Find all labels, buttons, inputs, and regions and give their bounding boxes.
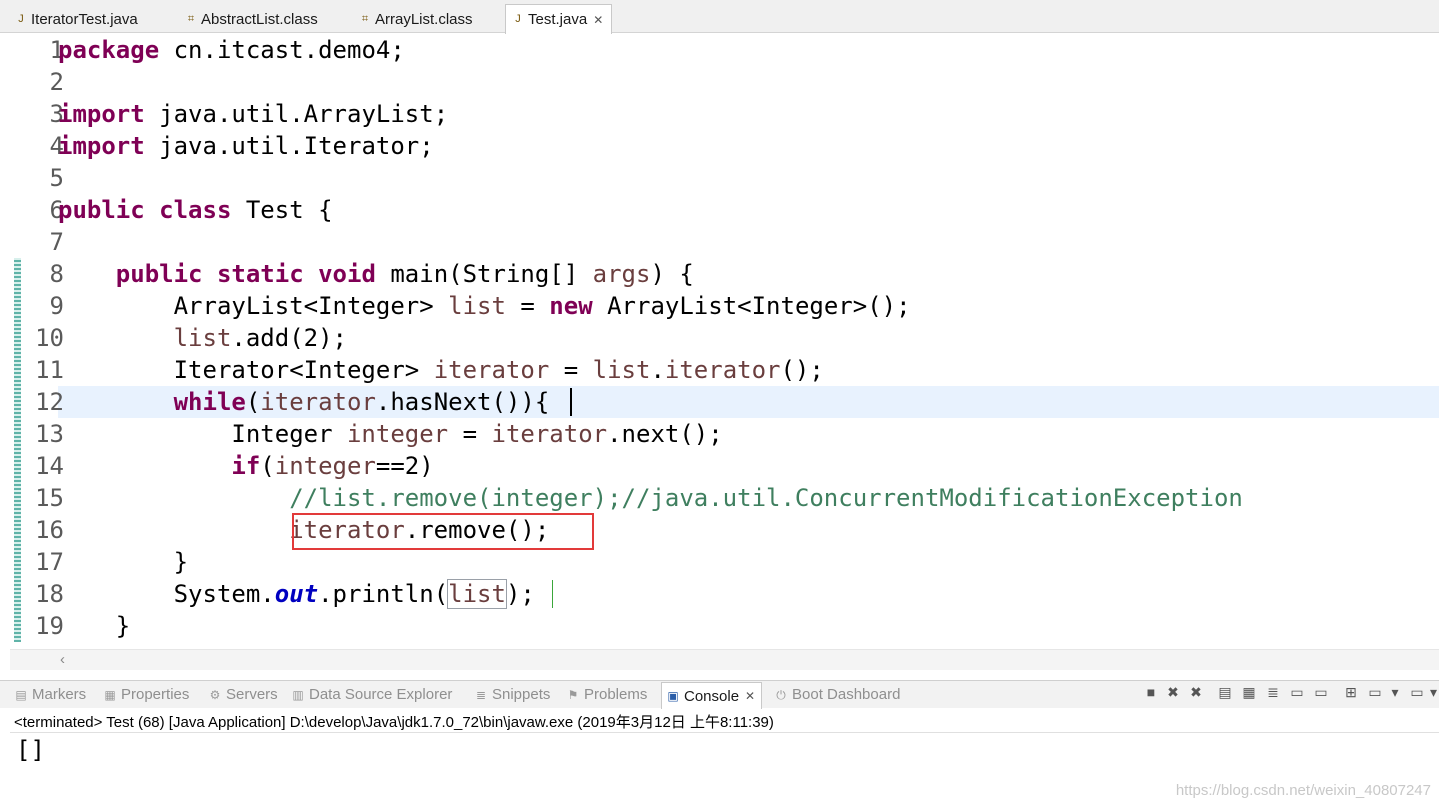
java-file-icon: J	[515, 13, 521, 25]
watermark: https://blog.csdn.net/weixin_40807247	[1175, 782, 1431, 799]
code-line[interactable]: ArrayList<Integer> list = new ArrayList<…	[58, 290, 911, 322]
show-on-stdout-icon[interactable]: ▭	[1288, 683, 1306, 701]
code-line[interactable]: import java.util.ArrayList;	[58, 98, 448, 130]
class-file-icon: ⌗	[361, 13, 369, 25]
change-ruler	[14, 258, 21, 642]
tab-label: Data Source Explorer	[309, 686, 453, 703]
display-console-icon[interactable]: ▭	[1366, 683, 1384, 701]
tab-label: Properties	[121, 686, 190, 703]
remove-launch-icon[interactable]: ✖	[1164, 683, 1182, 701]
code-line[interactable]: if(integer==2)	[58, 450, 433, 482]
close-icon[interactable]: ✕	[745, 689, 755, 703]
code-line[interactable]: public static void main(String[] args) {	[58, 258, 694, 290]
code-line[interactable]: list.add(2);	[58, 322, 347, 354]
tab-label: IteratorTest.java	[31, 11, 138, 28]
tab-boot-dashboard[interactable]: ⏻ Boot Dashboard	[774, 686, 900, 703]
code-line[interactable]: public class Test {	[58, 194, 333, 226]
scroll-lock-icon[interactable]: ▦	[1240, 683, 1258, 701]
remove-all-terminated-icon[interactable]: ✖	[1187, 683, 1205, 701]
clear-console-icon[interactable]: ▤	[1216, 683, 1234, 701]
tab-properties[interactable]: ▦ Properties	[103, 686, 189, 703]
close-icon[interactable]: ✕	[593, 13, 603, 27]
code-line[interactable]: import java.util.Iterator;	[58, 130, 434, 162]
tab-servers[interactable]: ⚙ Servers	[208, 686, 278, 703]
code-editor[interactable]: 1 2 3 4 5 6 7 8 9 10 11 12 13 14 15 16 1…	[10, 34, 1439, 649]
editor-tab-bar: J IteratorTest.java ⌗ AbstractList.class…	[0, 0, 1439, 34]
console-status-line: <terminated> Test (68) [Java Application…	[14, 714, 774, 731]
open-console-icon[interactable]: ▭	[1408, 683, 1426, 701]
tab-label: Problems	[584, 686, 648, 703]
scroll-left-icon[interactable]: ‹	[60, 651, 65, 668]
code-line[interactable]: System.out.println(list);	[58, 578, 535, 610]
tab-label: Servers	[226, 686, 278, 703]
code-line[interactable]: while(iterator.hasNext()){	[58, 386, 550, 418]
code-line[interactable]: Integer integer = iterator.next();	[58, 418, 722, 450]
tab-label: ArrayList.class	[375, 11, 473, 28]
bracket-match-marker	[552, 580, 553, 608]
line-number: 2	[49, 68, 64, 96]
pin-console-icon[interactable]: ⊞	[1342, 683, 1360, 701]
horizontal-scrollbar[interactable]: ‹	[10, 649, 1439, 670]
class-file-icon: ⌗	[187, 13, 195, 25]
annotation-highlight-box	[292, 513, 594, 550]
tab-label: Markers	[32, 686, 87, 703]
chevron-down-icon[interactable]: ▾	[1428, 683, 1439, 701]
terminate-icon[interactable]: ■	[1142, 683, 1160, 701]
tab-iteratortest-java[interactable]: J IteratorTest.java	[14, 6, 138, 33]
java-file-icon: J	[18, 13, 24, 25]
tab-snippets[interactable]: ≣ Snippets	[474, 686, 550, 703]
code-line[interactable]: Iterator<Integer> iterator = list.iterat…	[58, 354, 824, 386]
tab-label: Test.java	[528, 11, 588, 28]
servers-icon: ⚙	[209, 687, 221, 702]
tab-markers[interactable]: ▤ Markers	[14, 686, 86, 703]
code-line[interactable]: }	[58, 610, 130, 642]
word-wrap-icon[interactable]: ≣	[1264, 683, 1282, 701]
properties-icon: ▦	[104, 687, 116, 702]
tab-problems[interactable]: ⚑ Problems	[566, 686, 648, 703]
divider	[10, 732, 1439, 733]
tab-test-java[interactable]: J Test.java ✕	[505, 4, 613, 34]
code-line[interactable]: //list.remove(integer);//java.util.Concu…	[58, 482, 1243, 514]
console-output[interactable]: []	[16, 736, 45, 764]
line-number: 5	[49, 164, 64, 192]
tab-data-source-explorer[interactable]: ▥ Data Source Explorer	[291, 686, 452, 703]
tab-label: Console	[684, 687, 740, 705]
tab-arraylist-class[interactable]: ⌗ ArrayList.class	[358, 6, 473, 33]
line-number: 7	[49, 228, 64, 256]
text-cursor	[570, 388, 572, 416]
markers-icon: ▤	[15, 687, 27, 702]
tab-abstractlist-class[interactable]: ⌗ AbstractList.class	[184, 6, 318, 33]
code-line[interactable]: package cn.itcast.demo4;	[58, 34, 405, 66]
snippets-icon: ≣	[475, 687, 487, 702]
chevron-down-icon[interactable]: ▾	[1386, 683, 1404, 701]
tab-label: AbstractList.class	[201, 11, 318, 28]
boot-dashboard-icon: ⏻	[776, 687, 786, 702]
tab-label: Boot Dashboard	[792, 686, 901, 703]
data-source-icon: ▥	[292, 687, 304, 702]
code-line[interactable]: }	[58, 546, 188, 578]
tab-label: Snippets	[492, 686, 551, 703]
show-on-stderr-icon[interactable]: ▭	[1312, 683, 1330, 701]
problems-icon: ⚑	[567, 687, 579, 702]
tab-console[interactable]: ▣ Console ✕	[661, 682, 763, 709]
console-icon: ▣	[667, 689, 679, 703]
